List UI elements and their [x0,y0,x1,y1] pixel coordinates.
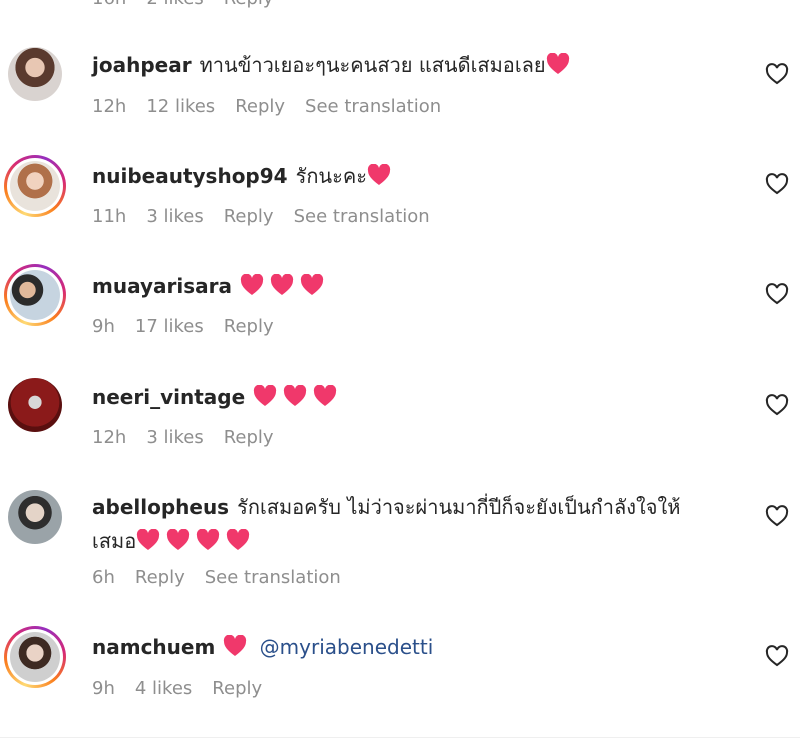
comment-text: namchuem @myriabenedetti [92,630,722,664]
mention-link[interactable]: @myriabenedetti [260,635,434,659]
bottom-divider [0,737,800,738]
comment-username[interactable]: joahpear [92,53,192,77]
comment-meta: 11h 3 likes Reply See translation [92,206,430,227]
partial-comment-meta: 16h 2 likes Reply [92,0,274,9]
heart-emoji-icon [270,274,294,295]
heart-emoji-icon [240,274,264,295]
reply-button[interactable]: Reply [224,0,274,9]
comment-username[interactable]: abellopheus [92,495,229,519]
comment-body: รักเสมอครับ ไม่ว่าจะผ่านมากี่ปีก็จะยังเป… [237,495,681,519]
comment-meta: 6h Reply See translation [92,567,341,588]
comment-text: abellopheus รักเสมอครับ ไม่ว่าจะผ่านมากี่… [92,490,722,558]
comment-username[interactable]: muayarisara [92,274,232,298]
avatar[interactable] [4,155,66,217]
reply-button[interactable]: Reply [224,427,274,448]
comment-likes[interactable]: 2 likes [146,0,203,9]
reply-button[interactable]: Reply [224,316,274,337]
comment-body-line2: เสมอ [92,529,137,553]
heart-emoji-icon [224,635,247,656]
comment-time: 12h [92,96,127,117]
heart-emoji-icon [197,529,220,550]
comment-username[interactable]: nuibeautyshop94 [92,164,288,188]
heart-emoji-icon [284,385,307,406]
comment-username[interactable]: namchuem [92,635,215,659]
comment-time: 6h [92,567,115,588]
comment-username[interactable]: neeri_vintage [92,385,245,409]
avatar[interactable] [8,490,62,544]
comment-time: 9h [92,316,115,337]
comment-time: 12h [92,427,127,448]
heart-outline-icon[interactable] [765,62,789,86]
heart-outline-icon[interactable] [765,282,789,306]
heart-outline-icon[interactable] [765,393,789,417]
heart-emoji-icon [367,164,391,185]
comment-time: 11h [92,206,127,227]
avatar[interactable] [4,626,66,688]
comment-likes[interactable]: 4 likes [135,678,192,699]
heart-outline-icon[interactable] [765,504,789,528]
see-translation-button[interactable]: See translation [294,206,430,227]
comment-body: รักนะคะ [295,164,367,188]
comment-text: nuibeautyshop94 รักนะคะ [92,159,722,193]
see-translation-button[interactable]: See translation [205,567,341,588]
heart-outline-icon[interactable] [765,172,789,196]
avatar[interactable] [4,264,66,326]
reply-button[interactable]: Reply [212,678,262,699]
comment-body: ทานข้าวเยอะๆนะคนสวย แสนดีเสมอเลย [199,53,546,77]
comment-time: 16h [92,0,126,9]
reply-button[interactable]: Reply [224,206,274,227]
comment-meta: 12h 3 likes Reply [92,427,274,448]
reply-button[interactable]: Reply [135,567,185,588]
comment-likes[interactable]: 3 likes [146,206,203,227]
heart-emoji-icon [300,274,324,295]
comment-likes[interactable]: 3 likes [146,427,203,448]
comment-text: joahpear ทานข้าวเยอะๆนะคนสวย แสนดีเสมอเลย [92,48,722,82]
heart-outline-icon[interactable] [765,644,789,668]
comment-likes[interactable]: 12 likes [146,96,215,117]
reply-button[interactable]: Reply [235,96,285,117]
see-translation-button[interactable]: See translation [305,96,441,117]
comment-meta: 12h 12 likes Reply See translation [92,96,441,117]
heart-emoji-icon [167,529,190,550]
avatar[interactable] [8,47,62,101]
heart-emoji-icon [254,385,277,406]
avatar[interactable] [8,378,62,432]
comment-text: muayarisara [92,269,722,303]
heart-emoji-icon [546,53,569,74]
heart-emoji-icon [314,385,337,406]
comment-text: neeri_vintage [92,380,722,414]
comment-likes[interactable]: 17 likes [135,316,204,337]
heart-emoji-icon [227,529,250,550]
comment-time: 9h [92,678,115,699]
comment-meta: 9h 17 likes Reply [92,316,274,337]
heart-emoji-icon [137,529,160,550]
comment-meta: 9h 4 likes Reply [92,678,262,699]
